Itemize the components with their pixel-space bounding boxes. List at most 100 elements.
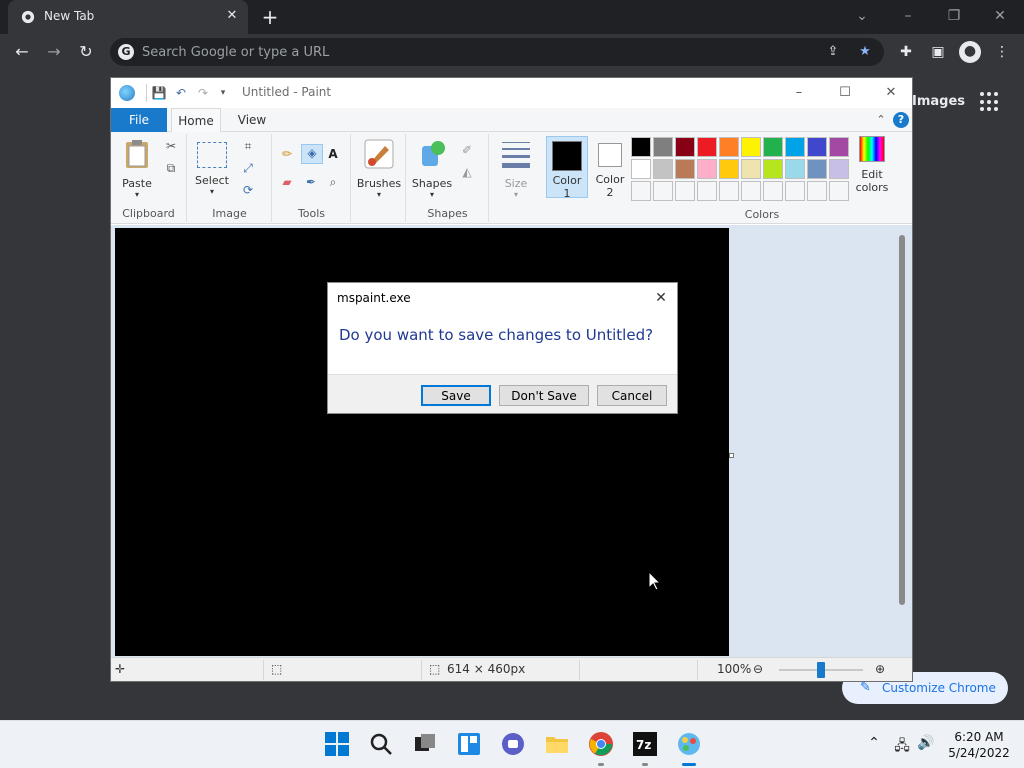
- paint-close-icon[interactable]: ✕: [880, 82, 902, 104]
- tab-new-tab[interactable]: New Tab ✕: [8, 0, 248, 34]
- eraser-icon[interactable]: ▰: [279, 174, 295, 190]
- palette-swatch[interactable]: [741, 137, 761, 157]
- palette-swatch[interactable]: [763, 137, 783, 157]
- palette-swatch[interactable]: [631, 137, 651, 157]
- restore-icon[interactable]: ❐: [944, 6, 964, 26]
- fill-icon[interactable]: ◭: [459, 164, 475, 180]
- palette-swatch[interactable]: [807, 137, 827, 157]
- palette-swatch[interactable]: [697, 159, 717, 179]
- palette-swatch[interactable]: [741, 159, 761, 179]
- palette-swatch[interactable]: [829, 159, 849, 179]
- chrome-taskbar-icon[interactable]: [588, 731, 614, 757]
- palette-swatch[interactable]: [719, 137, 739, 157]
- new-tab-button[interactable]: +: [260, 7, 280, 27]
- edit-colors-button[interactable]: Edit colors: [851, 136, 893, 194]
- customize-qat-icon[interactable]: ▾: [215, 85, 231, 101]
- menu-dots-icon[interactable]: ⋮: [992, 42, 1012, 62]
- collapse-ribbon-icon[interactable]: ⌃: [873, 112, 889, 128]
- taskbar-clock[interactable]: 6:20 AM 5/24/2022: [944, 729, 1014, 761]
- tab-home[interactable]: Home: [171, 108, 221, 133]
- resize-handle[interactable]: [729, 453, 734, 458]
- task-view-icon[interactable]: [412, 731, 438, 757]
- reload-icon[interactable]: ↻: [74, 40, 98, 64]
- save-button[interactable]: Save: [421, 385, 491, 406]
- zoom-slider-thumb[interactable]: [817, 662, 825, 678]
- paint-app-icon[interactable]: [119, 85, 135, 101]
- paint-minimize-icon[interactable]: –: [788, 82, 810, 104]
- pencil-tool-icon[interactable]: ✏: [279, 146, 295, 162]
- size-button[interactable]: Size ▾: [496, 138, 536, 199]
- palette-swatch[interactable]: [763, 181, 783, 201]
- images-link[interactable]: Images: [912, 94, 965, 109]
- search-icon[interactable]: [368, 731, 394, 757]
- back-arrow-icon[interactable]: ←: [10, 40, 34, 64]
- tray-chevron-up-icon[interactable]: ⌃: [864, 735, 884, 751]
- palette-swatch[interactable]: [785, 159, 805, 179]
- network-icon[interactable]: 🖧: [892, 735, 912, 759]
- palette-swatch[interactable]: [675, 137, 695, 157]
- palette-swatch[interactable]: [741, 181, 761, 201]
- extensions-icon[interactable]: ✚: [896, 42, 916, 62]
- save-icon[interactable]: 💾: [151, 85, 167, 101]
- rotate-icon[interactable]: ⟳: [240, 182, 256, 198]
- vertical-scrollbar[interactable]: [899, 235, 905, 605]
- palette-swatch[interactable]: [631, 181, 651, 201]
- dialog-close-icon[interactable]: ✕: [651, 288, 671, 308]
- palette-swatch[interactable]: [785, 137, 805, 157]
- magnifier-icon[interactable]: ⌕: [325, 174, 341, 190]
- undo-icon[interactable]: ↶: [173, 85, 189, 101]
- windows-start-icon[interactable]: [324, 731, 350, 757]
- tab-close-icon[interactable]: ✕: [224, 8, 240, 24]
- palette-swatch[interactable]: [653, 159, 673, 179]
- palette-swatch[interactable]: [829, 181, 849, 201]
- fill-bucket-icon[interactable]: ◈: [301, 144, 323, 164]
- cancel-button[interactable]: Cancel: [597, 385, 667, 406]
- omnibox-input[interactable]: [142, 38, 802, 66]
- volume-icon[interactable]: 🔊: [916, 735, 936, 751]
- file-explorer-icon[interactable]: [544, 731, 570, 757]
- brushes-button[interactable]: Brushes ▾: [356, 138, 402, 199]
- color2-button[interactable]: Color 2: [589, 136, 631, 199]
- palette-swatch[interactable]: [719, 159, 739, 179]
- redo-icon[interactable]: ↷: [195, 85, 211, 101]
- color1-button[interactable]: Color 1: [546, 136, 588, 200]
- widgets-icon[interactable]: [456, 731, 482, 757]
- resize-icon[interactable]: ⤢: [240, 160, 256, 176]
- forward-arrow-icon[interactable]: →: [42, 40, 66, 64]
- shapes-button[interactable]: Shapes ▾: [411, 138, 453, 199]
- palette-swatch[interactable]: [653, 181, 673, 201]
- apps-grid-icon[interactable]: [980, 92, 1000, 112]
- 7zip-icon[interactable]: 7z: [632, 731, 658, 757]
- cut-icon[interactable]: ✂: [163, 138, 179, 154]
- zoom-in-icon[interactable]: ⊕: [875, 662, 885, 676]
- palette-swatch[interactable]: [653, 137, 673, 157]
- copy-icon[interactable]: ⧉: [163, 160, 179, 176]
- palette-swatch[interactable]: [719, 181, 739, 201]
- outline-icon[interactable]: ✐: [459, 142, 475, 158]
- share-icon[interactable]: ⇪: [824, 43, 842, 61]
- palette-swatch[interactable]: [697, 181, 717, 201]
- teams-chat-icon[interactable]: [500, 731, 526, 757]
- tab-file[interactable]: File: [111, 108, 167, 132]
- palette-swatch[interactable]: [697, 137, 717, 157]
- color-picker-icon[interactable]: ✒: [303, 174, 319, 190]
- minimize-icon[interactable]: –: [898, 6, 918, 26]
- tab-search-icon[interactable]: ⌄: [852, 6, 872, 26]
- side-panel-icon[interactable]: ▣: [928, 42, 948, 62]
- text-tool-icon[interactable]: A: [325, 146, 341, 162]
- omnibox[interactable]: G ⇪ ★: [110, 38, 884, 66]
- select-button[interactable]: Select ▾: [194, 138, 230, 196]
- zoom-out-icon[interactable]: ⊖: [753, 662, 763, 676]
- palette-swatch[interactable]: [829, 137, 849, 157]
- help-icon[interactable]: ?: [893, 112, 909, 128]
- paint-taskbar-icon[interactable]: [676, 731, 702, 757]
- paste-button[interactable]: Paste ▾: [117, 138, 157, 199]
- palette-swatch[interactable]: [675, 181, 695, 201]
- profile-icon[interactable]: ●: [959, 41, 981, 63]
- palette-swatch[interactable]: [807, 159, 827, 179]
- palette-swatch[interactable]: [631, 159, 651, 179]
- bookmark-star-icon[interactable]: ★: [856, 43, 874, 61]
- palette-swatch[interactable]: [785, 181, 805, 201]
- palette-swatch[interactable]: [763, 159, 783, 179]
- paint-maximize-icon[interactable]: ☐: [834, 82, 856, 104]
